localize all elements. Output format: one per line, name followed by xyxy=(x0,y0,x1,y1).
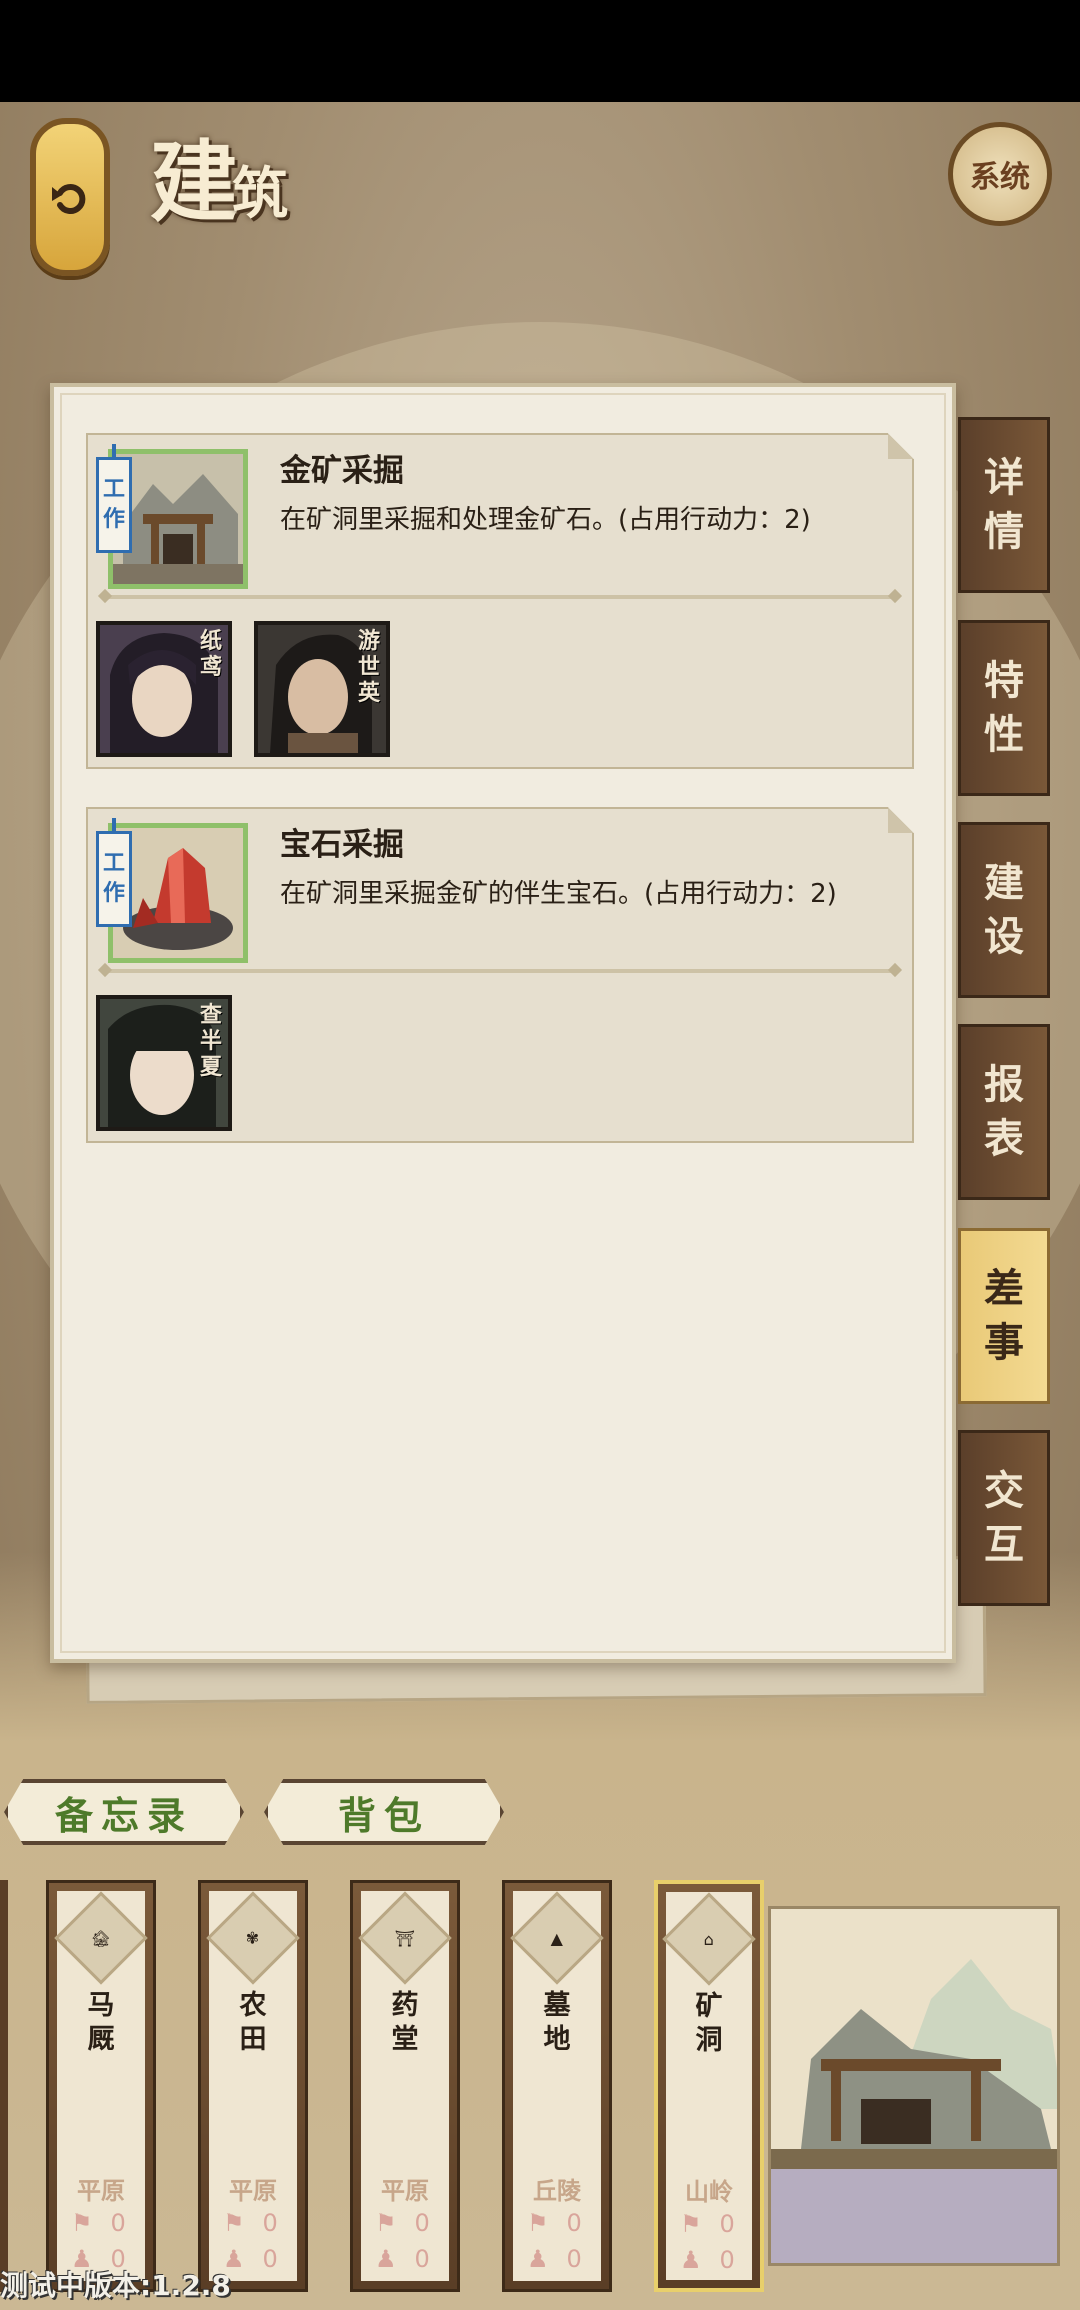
worker-portrait[interactable]: 纸鸢 xyxy=(96,621,232,757)
worker-name: 游世英 xyxy=(357,629,380,706)
building-card-graveyard[interactable]: ▲ 墓地 丘陵 ⚑ 0 ♟ 0 xyxy=(502,1880,612,2292)
person-icon: ♟ xyxy=(527,2245,549,2273)
task-description: 在矿洞里采掘金矿的伴生宝石。(占用行动力：2) xyxy=(280,879,837,909)
work-tag: 工作 xyxy=(96,444,132,553)
task-panel: 工作 金矿采掘 在矿洞里采掘和处理金矿石。(占用行动力：2) 纸鸢 游 世 英 … xyxy=(50,383,956,1663)
task-card-gem-mining[interactable]: 工作 宝石采掘 在矿洞里采掘金矿的伴生宝石。(占用行动力：2) 查半夏 xyxy=(86,807,914,1143)
banner-icon: ⚑ xyxy=(71,2209,93,2237)
task-description: 在矿洞里采掘和处理金矿石。(占用行动力：2) xyxy=(280,505,811,535)
banner-icon: ⚑ xyxy=(527,2209,549,2237)
person-icon: ♟ xyxy=(375,2245,397,2273)
page-title: 建筑 xyxy=(150,130,289,234)
building-card-stable[interactable]: 🏚 马厩 平原 ⚑ 0 ♟ 0 xyxy=(46,1880,156,2292)
building-preview-image xyxy=(768,1906,1060,2266)
tab-details[interactable]: 详情 xyxy=(958,417,1050,593)
task-card-gold-mining[interactable]: 工作 金矿采掘 在矿洞里采掘和处理金矿石。(占用行动力：2) 纸鸢 游 世 英 xyxy=(86,433,914,769)
graveyard-icon: ▲ xyxy=(510,1891,604,1985)
stable-icon: 🏚 xyxy=(54,1891,148,1985)
worker-portrait[interactable]: 查半夏 xyxy=(96,995,232,1131)
banner-icon: ⚑ xyxy=(223,2209,245,2237)
task-name: 金矿采掘 xyxy=(280,453,404,489)
building-card-farmland[interactable]: ✾ 农田 平原 ⚑ 0 ♟ 0 xyxy=(198,1880,308,2292)
pharmacy-icon: ⛩ xyxy=(358,1891,452,1985)
building-card-mine[interactable]: ⌂ 矿洞 山岭 ⚑ 0 ♟ 0 xyxy=(654,1880,764,2292)
banner-icon: ⚑ xyxy=(375,2209,397,2237)
back-arrow-icon xyxy=(52,184,86,214)
building-card-pharmacy[interactable]: ⛩ 药堂 平原 ⚑ 0 ♟ 0 xyxy=(350,1880,460,2292)
worker-name: 纸鸢 xyxy=(199,629,222,680)
tab-construction[interactable]: 建设 xyxy=(958,822,1050,998)
tab-errands[interactable]: 差事 xyxy=(958,1228,1050,1404)
worker-name: 查半夏 xyxy=(199,1003,222,1080)
divider xyxy=(104,969,896,973)
system-button[interactable]: 系统 xyxy=(948,122,1052,226)
work-tag: 工作 xyxy=(96,818,132,927)
bag-button[interactable]: 背包 xyxy=(264,1779,504,1845)
tab-report[interactable]: 报表 xyxy=(958,1024,1050,1200)
tab-traits[interactable]: 特性 xyxy=(958,620,1050,796)
person-icon: ♟ xyxy=(680,2246,702,2274)
divider xyxy=(104,595,896,599)
memo-button[interactable]: 备忘录 xyxy=(4,1779,244,1845)
tab-interact[interactable]: 交互 xyxy=(958,1430,1050,1606)
farmland-icon: ✾ xyxy=(206,1891,300,1985)
version-label: 测试中版本:1.2.8 xyxy=(0,2269,231,2302)
mine-icon: ⌂ xyxy=(662,1892,756,1986)
banner-icon: ⚑ xyxy=(680,2210,702,2238)
worker-portrait[interactable]: 游世英 xyxy=(254,621,390,757)
back-button[interactable] xyxy=(30,118,110,276)
task-name: 宝石采掘 xyxy=(280,827,404,863)
